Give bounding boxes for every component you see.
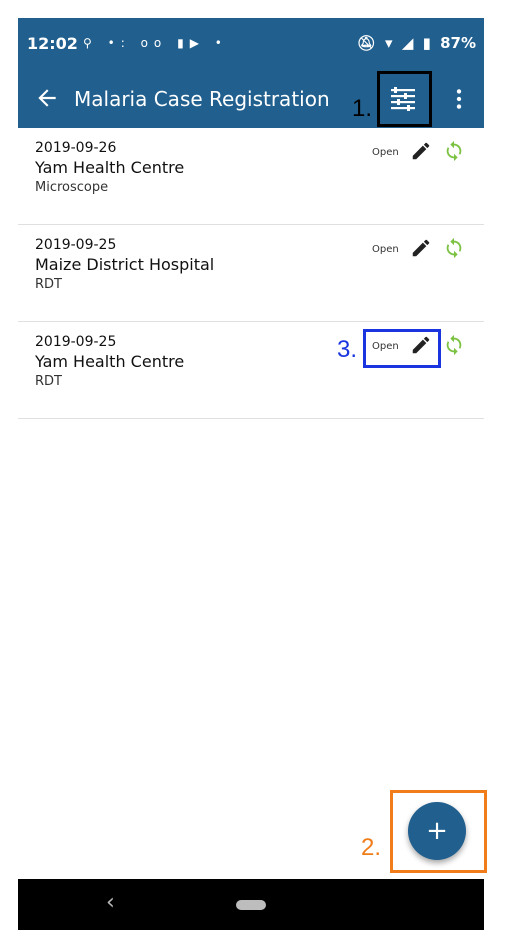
page-title: Malaria Case Registration bbox=[74, 87, 330, 111]
event-date: 2019-09-25 bbox=[35, 334, 117, 350]
nav-home-pill[interactable] bbox=[236, 900, 266, 910]
status-badge: Open bbox=[372, 244, 399, 255]
app-icon: ▮▶ bbox=[177, 36, 205, 50]
annotation-box-2 bbox=[390, 790, 487, 873]
annotation-box-1 bbox=[377, 71, 432, 127]
event-type: Microscope bbox=[35, 180, 109, 195]
pencil-icon[interactable] bbox=[410, 237, 432, 259]
event-org-unit: Yam Health Centre bbox=[35, 158, 185, 177]
annotation-label-1: 1. bbox=[352, 95, 373, 122]
annotation-label-3: 3. bbox=[337, 336, 358, 363]
list-item[interactable]: 2019-09-26 Yam Health Centre Microscope … bbox=[18, 128, 484, 225]
location-icon: ⚲ bbox=[83, 36, 98, 50]
more-vert-icon[interactable] bbox=[446, 86, 472, 112]
battery-level: 87% bbox=[440, 34, 476, 52]
event-date: 2019-09-25 bbox=[35, 237, 117, 253]
dnd-off-icon: 🔕︎ bbox=[356, 34, 376, 52]
status-badge: Open bbox=[372, 147, 399, 158]
battery-icon: ▮ bbox=[422, 34, 431, 52]
event-type: RDT bbox=[35, 374, 62, 389]
event-org-unit: Maize District Hospital bbox=[35, 255, 215, 274]
status-bar: 12:02 ⚲ •: oo ▮▶ • 🔕︎ ▾ ◢ ▮ 87% bbox=[18, 18, 484, 70]
pencil-icon[interactable] bbox=[410, 140, 432, 162]
event-org-unit: Yam Health Centre bbox=[35, 352, 185, 371]
notification-icons: ⚲ •: oo ▮▶ • bbox=[83, 36, 228, 50]
system-nav-bar: ‹ bbox=[18, 879, 484, 930]
assistant-icon: •: bbox=[107, 36, 131, 50]
nav-back-icon[interactable]: ‹ bbox=[106, 890, 115, 915]
wifi-icon: ▾ bbox=[385, 34, 393, 52]
sync-icon[interactable] bbox=[443, 334, 465, 356]
sync-icon[interactable] bbox=[443, 237, 465, 259]
status-right: 🔕︎ ▾ ◢ ▮ 87% bbox=[353, 34, 476, 52]
status-time: 12:02 bbox=[27, 34, 78, 53]
sync-icon[interactable] bbox=[443, 140, 465, 162]
event-date: 2019-09-26 bbox=[35, 140, 117, 156]
voicemail-icon: oo bbox=[140, 36, 168, 50]
list-item[interactable]: 2019-09-25 Maize District Hospital RDT O… bbox=[18, 225, 484, 322]
event-list: 2019-09-26 Yam Health Centre Microscope … bbox=[18, 128, 484, 419]
arrow-left-icon[interactable] bbox=[34, 85, 60, 111]
event-type: RDT bbox=[35, 277, 62, 292]
signal-icon: ◢ bbox=[401, 34, 414, 52]
annotation-label-2: 2. bbox=[361, 834, 382, 861]
dot-icon: • bbox=[214, 36, 228, 50]
annotation-box-3 bbox=[363, 329, 441, 368]
